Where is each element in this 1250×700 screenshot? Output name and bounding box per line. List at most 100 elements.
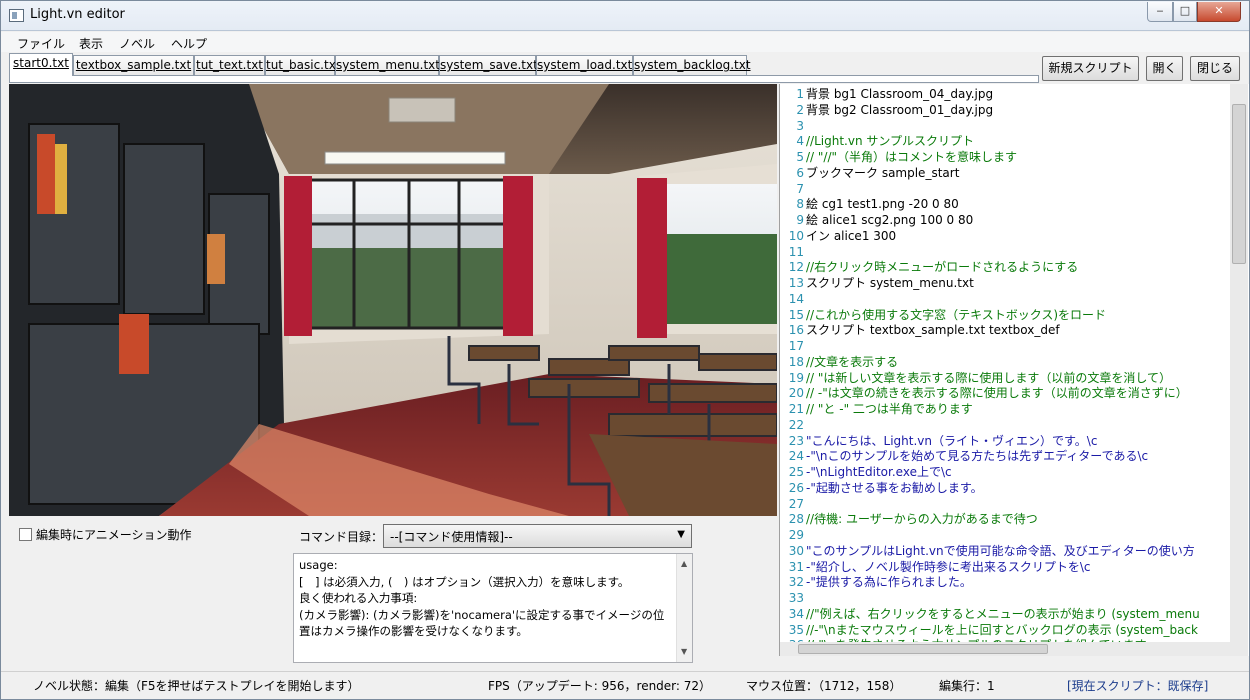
open-button[interactable]: 開く xyxy=(1146,56,1183,81)
line-number: 1 xyxy=(796,87,804,101)
line-number: 10 xyxy=(788,228,804,243)
editor-horizontal-scrollbar[interactable] xyxy=(780,642,1248,656)
code-line[interactable]: 3 xyxy=(780,118,806,134)
app-icon xyxy=(9,9,24,22)
code-line[interactable]: 13 スクリプト system_menu.txt xyxy=(780,275,974,291)
code-text: // "と -" 二つは半角であります xyxy=(806,402,973,416)
animation-checkbox[interactable] xyxy=(19,528,32,541)
line-number: 33 xyxy=(788,591,804,605)
code-line[interactable]: 8絵 cg1 test1.png -20 0 80 xyxy=(780,196,958,212)
menu-file[interactable]: ファイル xyxy=(17,35,65,52)
close-window-button[interactable]: ✕ xyxy=(1197,2,1241,22)
tab-tut-text[interactable]: tut_text.txt xyxy=(194,55,265,75)
code-line[interactable]: 25 -"\nLightEditor.exe上で\c xyxy=(780,464,952,480)
usage-textbox[interactable]: usage: [ ] は必須入力, ( ) はオプション（選択入力）を意味します… xyxy=(293,553,693,663)
code-line[interactable]: 10 イン alice1 300 xyxy=(780,228,896,244)
close-button[interactable]: 閉じる xyxy=(1190,56,1240,81)
command-selected-value: --[コマンド使用情報]-- xyxy=(390,530,513,544)
tab-tut-basic[interactable]: tut_basic.txt xyxy=(265,55,341,75)
line-number: 2 xyxy=(796,102,804,117)
code-line[interactable]: 26 -"起動させる事をお勧めします。 xyxy=(780,480,983,496)
tab-system-menu[interactable]: system_menu.txt xyxy=(335,55,440,75)
line-number: 23 xyxy=(788,433,804,448)
code-text: ブックマーク sample_start xyxy=(806,165,960,180)
minimize-button[interactable]: ‒ xyxy=(1147,2,1173,22)
code-line[interactable]: 19// "は新しい文章を表示する際に使用します（以前の文章を消して） xyxy=(780,370,1171,386)
line-number: 16 xyxy=(788,323,804,338)
tab-textbox-sample[interactable]: textbox_sample.txt xyxy=(73,55,194,75)
status-bar: ノベル状態：編集（F5を押せばテストプレイを開始します） FPS（アップデート:… xyxy=(1,671,1249,699)
code-area[interactable]: 1 背景 bg1 Classroom_04_day.jpg 2 背景 bg2 Clas… xyxy=(780,84,1230,642)
code-line[interactable]: 11 xyxy=(780,244,806,260)
tab-system-backlog[interactable]: system_backlog.txt xyxy=(633,55,751,75)
script-editor[interactable]: 1 背景 bg1 Classroom_04_day.jpg 2 背景 bg2 Clas… xyxy=(779,84,1249,656)
scroll-up-icon[interactable]: ▲ xyxy=(681,556,687,573)
usage-scrollbar[interactable]: ▲ ▼ xyxy=(676,554,692,662)
code-text: スクリプト system_menu.txt xyxy=(806,276,974,290)
code-line[interactable]: 32 -"提供する為に作られました。 xyxy=(780,574,972,590)
code-line[interactable]: 9絵 alice1 scg2.png 100 0 80 xyxy=(780,212,973,228)
chevron-down-icon: ▼ xyxy=(677,529,685,540)
code-line[interactable]: 22 xyxy=(780,417,806,433)
usage-line: [ ] は必須入力, ( ) はオプション（選択入力）を意味します。 xyxy=(299,574,630,589)
code-line[interactable]: 4//Light.vn サンプルスクリプト xyxy=(780,133,974,149)
code-line[interactable]: 18//文章を表示する xyxy=(780,354,898,370)
usage-line: (カメラ影響): (カメラ影響)を'nocamera'に設定する事でイメージの位… xyxy=(299,607,665,639)
code-line[interactable]: 34//"例えば、右クリックをするとメニューの表示が始まり (system_me… xyxy=(780,606,1200,622)
menu-view[interactable]: 表示 xyxy=(79,35,103,52)
code-line[interactable]: 29 xyxy=(780,527,806,543)
line-number: 24 xyxy=(788,449,804,464)
code-line[interactable]: 2 背景 bg2 Classroom_01_day.jpg xyxy=(780,102,993,118)
menu-novel[interactable]: ノベル xyxy=(119,35,155,52)
command-panel: 編集時にアニメーション動作 コマンド目録： --[コマンド使用情報]-- ▼ u… xyxy=(9,516,777,666)
code-line[interactable]: 16 スクリプト textbox_sample.txt textbox_def xyxy=(780,322,1060,338)
scene-preview[interactable] xyxy=(9,84,777,516)
code-line[interactable]: 24 -"\nこのサンプルを始めて見る方たちは先ずエディターである\c xyxy=(780,448,1148,464)
code-line[interactable]: 20// -"は文章の続きを表示する際に使用します（以前の文章を消さずに） xyxy=(780,385,1188,401)
line-number: 18 xyxy=(788,354,804,369)
maximize-button[interactable]: □ xyxy=(1173,2,1197,22)
code-line[interactable]: 21// "と -" 二つは半角であります xyxy=(780,401,973,417)
line-number: 7 xyxy=(796,181,804,196)
code-line[interactable]: 28//待機: ユーザーからの入力があるまで待つ xyxy=(780,511,1038,527)
editor-vertical-scrollbar[interactable] xyxy=(1230,84,1248,642)
code-line[interactable]: 7 xyxy=(780,181,806,197)
line-number: 28 xyxy=(788,512,804,527)
code-line[interactable]: 33 xyxy=(780,590,806,606)
new-script-button[interactable]: 新規スクリプト xyxy=(1042,56,1139,81)
menu-help[interactable]: ヘルプ xyxy=(171,35,207,52)
code-line[interactable]: 27 xyxy=(780,496,806,512)
classroom-background-image xyxy=(9,84,777,516)
code-line[interactable]: 17 xyxy=(780,338,806,354)
code-text: //"例えば、右クリックをするとメニューの表示が始まり (system_menu xyxy=(806,606,1200,621)
tab-system-save[interactable]: system_save.txt xyxy=(439,55,538,75)
line-number: 3 xyxy=(796,118,804,133)
line-number: 15 xyxy=(788,307,804,322)
scrollbar-thumb[interactable] xyxy=(1232,104,1246,264)
novel-state-status: ノベル状態：編集（F5を押せばテストプレイを開始します） xyxy=(33,679,360,693)
code-line[interactable]: 30 "このサンプルはLight.vnで使用可能な命令語、及びエディターの使い方 xyxy=(780,543,1195,559)
code-text: -"紹介し、ノベル製作時参に考出来るスクリプトを\c xyxy=(806,559,1091,574)
tab-start0[interactable]: start0.txt xyxy=(9,53,73,76)
command-catalog-select[interactable]: --[コマンド使用情報]-- ▼ xyxy=(383,524,692,548)
scrollbar-thumb[interactable] xyxy=(798,644,1048,654)
code-line[interactable]: 14 xyxy=(780,291,806,307)
code-text: 背景 bg2 Classroom_01_day.jpg xyxy=(806,102,994,117)
code-text: -"\nLightEditor.exe上で\c xyxy=(806,465,952,479)
code-line[interactable]: 35//-"\nまたマウスウィールを上に回すとバックログの表示 (system_… xyxy=(780,622,1198,638)
code-line[interactable]: 12//右クリック時メニューがロードされるようにする xyxy=(780,259,1079,275)
code-line[interactable]: 15//これから使用する文字窓（テキストボックス)をロード xyxy=(780,307,1106,323)
menu-bar: ファイル 表示 ノベル ヘルプ xyxy=(1,32,1249,52)
tab-system-load[interactable]: system_load.txt xyxy=(536,55,633,75)
code-text: -"\nこのサンプルを始めて見る方たちは先ずエディターである\c xyxy=(806,449,1149,464)
code-line[interactable]: 5// "//"（半角）はコメントを意味します xyxy=(780,149,1017,165)
code-line[interactable]: 1 背景 bg1 Classroom_04_day.jpg xyxy=(780,86,993,102)
code-text: //これから使用する文字窓（テキストボックス)をロード xyxy=(806,307,1107,322)
code-line[interactable]: 31 -"紹介し、ノベル製作時参に考出来るスクリプトを\c xyxy=(780,559,1091,575)
code-text: // "//"（半角）はコメントを意味します xyxy=(806,150,1018,164)
line-number: 20 xyxy=(788,386,804,401)
code-line[interactable]: 23 "こんにちは、Light.vn（ライト・ヴィエン）です。\c xyxy=(780,433,1098,449)
scroll-down-icon[interactable]: ▼ xyxy=(681,644,687,661)
code-line[interactable]: 6 ブックマーク sample_start xyxy=(780,165,959,181)
code-text: // -"は文章の続きを表示する際に使用します（以前の文章を消さずに） xyxy=(806,386,1188,401)
